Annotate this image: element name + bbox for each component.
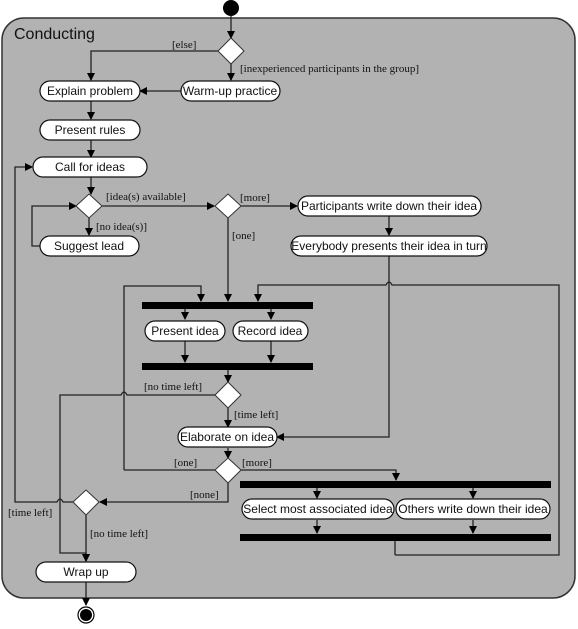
activity-label: Elaborate on idea: [180, 430, 274, 444]
activity-label: Suggest lead: [54, 239, 124, 253]
activity-call: Call for ideas: [32, 156, 148, 178]
guard-more-2: [more]: [242, 457, 272, 469]
activity-participants-write: Participants write down their idea: [297, 195, 482, 217]
guard-no-ideas: [no idea(s)]: [96, 221, 147, 233]
join-bar-2: [240, 534, 551, 541]
guard-time-left-2: [time left]: [8, 507, 52, 519]
guard-one-2: [one]: [174, 457, 197, 469]
activity-label: Others write down their idea: [398, 502, 548, 516]
guard-one-1: [one]: [232, 230, 255, 242]
activity-record-idea: Record idea: [232, 320, 309, 342]
final-node: [80, 609, 92, 621]
activity-label: Record idea: [238, 324, 303, 338]
activity-label: Call for ideas: [55, 160, 125, 174]
activity-lead: Suggest lead: [39, 235, 140, 257]
activity-label: Wrap up: [63, 565, 108, 579]
region-title: Conducting: [14, 26, 95, 43]
guard-no-time-left-1: [no time left]: [144, 381, 202, 393]
guard-inexperienced: [inexperienced participants in the group…: [240, 63, 419, 75]
activity-label: Select most associated idea: [243, 502, 393, 516]
guard-no-time-left-2: [no time left]: [90, 528, 148, 540]
activity-everybody-presents: Everybody presents their idea in turn: [290, 235, 488, 257]
join-bar-1: [142, 363, 313, 370]
activity-label: Present idea: [151, 324, 219, 338]
activity-rules: Present rules: [39, 119, 141, 141]
guard-none: [none]: [190, 489, 219, 501]
activity-explain: Explain problem: [39, 80, 141, 102]
activity-label: Explain problem: [47, 84, 133, 98]
initial-node: [223, 0, 239, 16]
activity-diagram: Conducting Explain problem Warm-up pract…: [1, 0, 576, 624]
activity-select-associated: Select most associated idea: [241, 498, 395, 520]
guard-more-1: [more]: [240, 192, 270, 204]
activity-present-idea: Present idea: [144, 320, 226, 342]
activity-elaborate: Elaborate on idea: [177, 426, 278, 448]
activity-label: Participants write down their idea: [301, 199, 477, 213]
activity-wrap-up: Wrap up: [35, 561, 137, 583]
activity-others-write: Others write down their idea: [395, 498, 551, 520]
fork-bar-2: [240, 481, 551, 488]
guard-time-left-1: [time left]: [234, 409, 278, 421]
guard-else: [else]: [172, 39, 196, 51]
guard-ideas-available: [idea(s) available]: [106, 191, 186, 203]
activity-label: Present rules: [55, 123, 126, 137]
activity-warmup: Warm-up practice: [180, 80, 281, 102]
fork-bar-1: [142, 302, 313, 309]
activity-label: Warm-up practice: [183, 84, 278, 98]
activity-label: Everybody presents their idea in turn: [291, 239, 486, 253]
